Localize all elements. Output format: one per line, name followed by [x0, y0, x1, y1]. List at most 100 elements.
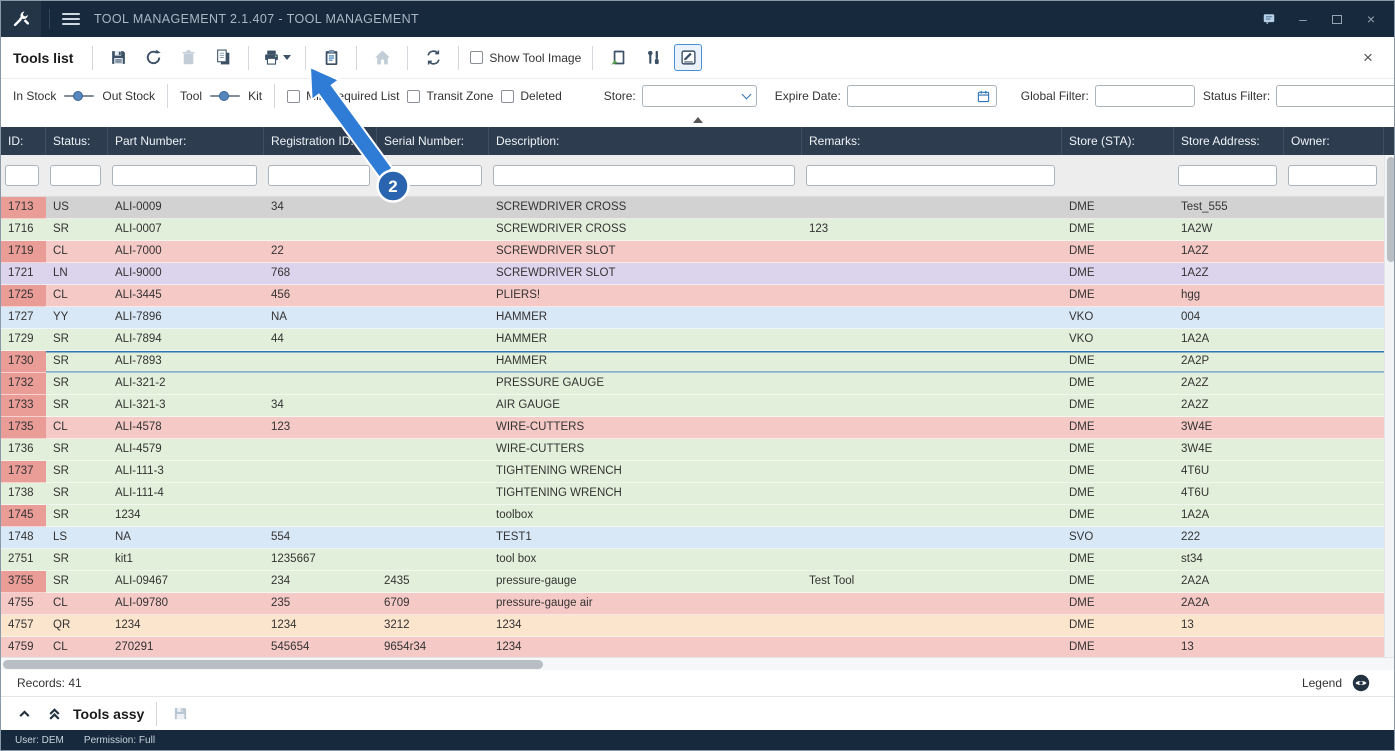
cell-status: SR: [46, 549, 108, 571]
vertical-scrollbar-thumb[interactable]: [1387, 157, 1394, 262]
cell-id: 1738: [1, 483, 46, 505]
column-filter-input[interactable]: [806, 165, 1055, 186]
table-row[interactable]: 1735 CL ALI-4578 123 WIRE-CUTTERS DME 3W4E: [1, 417, 1384, 439]
transfer-button[interactable]: [419, 44, 447, 71]
cell-status: SR: [46, 571, 108, 593]
min-required-list-checkbox[interactable]: [287, 89, 301, 103]
copy-button[interactable]: [209, 44, 237, 71]
cell-registration-id: [264, 461, 377, 483]
cell-id: 3755: [1, 571, 46, 593]
collapse-filters-button[interactable]: [692, 117, 703, 123]
table-row[interactable]: 1745 SR 1234 toolbox DME 1A2A: [1, 505, 1384, 527]
table-row[interactable]: 1713 US ALI-0009 34 SCREWDRIVER CROSS DME Test…: [1, 197, 1384, 219]
table-row[interactable]: 3755 SR ALI-09467 234 2435 pressure-gauge Test…: [1, 571, 1384, 593]
horizontal-scrollbar-thumb[interactable]: [3, 660, 543, 669]
column-header[interactable]: Serial Number:: [377, 127, 489, 155]
minimize-button[interactable]: –: [1288, 7, 1318, 31]
column-header[interactable]: Description:: [489, 127, 802, 155]
expire-date-input[interactable]: [846, 85, 997, 107]
column-header[interactable]: Registration ID:: [264, 127, 377, 155]
table-row[interactable]: 1727 YY ALI-7896 NA HAMMER VKO 004: [1, 307, 1384, 329]
table-row[interactable]: 1748 LS NA 554 TEST1 SVO 222: [1, 527, 1384, 549]
table-row[interactable]: 4755 CL ALI-09780 235 6709 pressure-gauge air…: [1, 593, 1384, 615]
column-header[interactable]: Owner:: [1284, 127, 1384, 155]
table-row[interactable]: 1738 SR ALI-111-4 TIGHTENING WRENCH DME 4T6U: [1, 483, 1384, 505]
refresh-button[interactable]: [139, 44, 167, 71]
store-select[interactable]: [641, 85, 757, 107]
expire-date-label: Expire Date:: [774, 89, 841, 103]
cell-serial-number: [377, 483, 489, 505]
expand-section-button[interactable]: [13, 703, 35, 725]
cell-description: AIR GAUGE: [489, 395, 802, 417]
column-filter-input[interactable]: [1178, 165, 1277, 186]
out-stock-label: Out Stock: [102, 89, 156, 103]
column-header[interactable]: Store Address:: [1174, 127, 1284, 155]
column-header[interactable]: Part Number:: [108, 127, 264, 155]
tool-kit-toggle[interactable]: [210, 90, 241, 103]
maximize-button[interactable]: [1322, 7, 1352, 31]
import-tool-button[interactable]: [604, 44, 632, 71]
table-row[interactable]: 4757 QR 1234 1234 3212 1234 DME 13: [1, 615, 1384, 637]
table-row[interactable]: 4759 CL 270291 545654 9654r34 1234 DME 13: [1, 637, 1384, 657]
deleted-checkbox[interactable]: [501, 89, 515, 103]
table-row[interactable]: 1733 SR ALI-321-3 34 AIR GAUGE DME 2A2Z: [1, 395, 1384, 417]
show-tool-image-checkbox[interactable]: [470, 51, 484, 64]
save-button[interactable]: [104, 44, 132, 71]
table-row[interactable]: 1737 SR ALI-111-3 TIGHTENING WRENCH DME 4T6U: [1, 461, 1384, 483]
close-panel-button[interactable]: ×: [1354, 45, 1382, 71]
tool-settings-button[interactable]: [639, 44, 667, 71]
edit-button[interactable]: [674, 44, 703, 71]
column-filter-input[interactable]: [5, 165, 39, 186]
expand-all-button[interactable]: [43, 703, 65, 725]
stock-toggle[interactable]: [64, 90, 95, 103]
column-filter-input[interactable]: [381, 165, 482, 186]
table-row[interactable]: 1729 SR ALI-7894 44 HAMMER VKO 1A2A: [1, 329, 1384, 351]
home-button[interactable]: [368, 44, 396, 71]
delete-button[interactable]: [174, 44, 202, 71]
column-filter-input[interactable]: [50, 165, 101, 186]
column-header[interactable]: ID:: [1, 127, 46, 155]
column-filter-input[interactable]: [112, 165, 257, 186]
store-label: Store:: [603, 89, 636, 103]
paste-tool-list-button[interactable]: [317, 44, 345, 71]
column-header[interactable]: Store (STA):: [1062, 127, 1174, 155]
table-row[interactable]: 1732 SR ALI-321-2 PRESSURE GAUGE DME 2A2Z: [1, 373, 1384, 395]
status-filter-select[interactable]: [1276, 85, 1394, 107]
column-filter-input[interactable]: [268, 165, 370, 186]
vertical-scrollbar[interactable]: [1384, 155, 1394, 657]
table-row[interactable]: 1736 SR ALI-4579 WIRE-CUTTERS DME 3W4E: [1, 439, 1384, 461]
column-header[interactable]: Status:: [46, 127, 108, 155]
tools-assy-title: Tools assy: [73, 705, 145, 722]
cell-store-address: 222: [1174, 527, 1284, 549]
print-button[interactable]: [260, 44, 294, 71]
cell-id: 1735: [1, 417, 46, 439]
horizontal-scrollbar[interactable]: [1, 657, 1394, 670]
table-row[interactable]: 2751 SR kit1 1235667 tool box DME st34: [1, 549, 1384, 571]
cell-store-address: 2A2Z: [1174, 395, 1284, 417]
table-row[interactable]: 1725 CL ALI-3445 456 PLIERS! DME hgg: [1, 285, 1384, 307]
cell-remarks: 123: [802, 219, 1062, 241]
column-header[interactable]: Remarks:: [802, 127, 1062, 155]
cell-registration-id: [264, 483, 377, 505]
notification-icon[interactable]: [1254, 7, 1284, 31]
assy-save-button[interactable]: [169, 703, 191, 725]
cell-registration-id: 34: [264, 197, 377, 219]
table-row[interactable]: 1730 SR ALI-7893 HAMMER DME 2A2P: [1, 351, 1384, 373]
cell-owner: [1284, 263, 1384, 285]
close-button[interactable]: ×: [1356, 7, 1386, 31]
cell-id: 1745: [1, 505, 46, 527]
calendar-icon[interactable]: [977, 90, 990, 103]
table-row[interactable]: 1721 LN ALI-9000 768 SCREWDRIVER SLOT DME 1A2Z: [1, 263, 1384, 285]
cell-part-number: ALI-7896: [108, 307, 264, 329]
table-row[interactable]: 1719 CL ALI-7000 22 SCREWDRIVER SLOT DME 1A2Z: [1, 241, 1384, 263]
column-filter-input[interactable]: [493, 165, 795, 186]
cell-store: DME: [1062, 615, 1174, 637]
transit-zone-checkbox[interactable]: [407, 89, 421, 103]
toolbar-separator: [305, 45, 307, 70]
legend-eye-icon[interactable]: [1352, 674, 1370, 692]
global-filter-input[interactable]: [1094, 85, 1195, 107]
print-dropdown-caret-icon[interactable]: [283, 55, 292, 60]
menu-icon[interactable]: [58, 6, 84, 32]
table-row[interactable]: 1716 SR ALI-0007 SCREWDRIVER CROSS 123 DME 1A2…: [1, 219, 1384, 241]
column-filter-input[interactable]: [1288, 165, 1377, 186]
